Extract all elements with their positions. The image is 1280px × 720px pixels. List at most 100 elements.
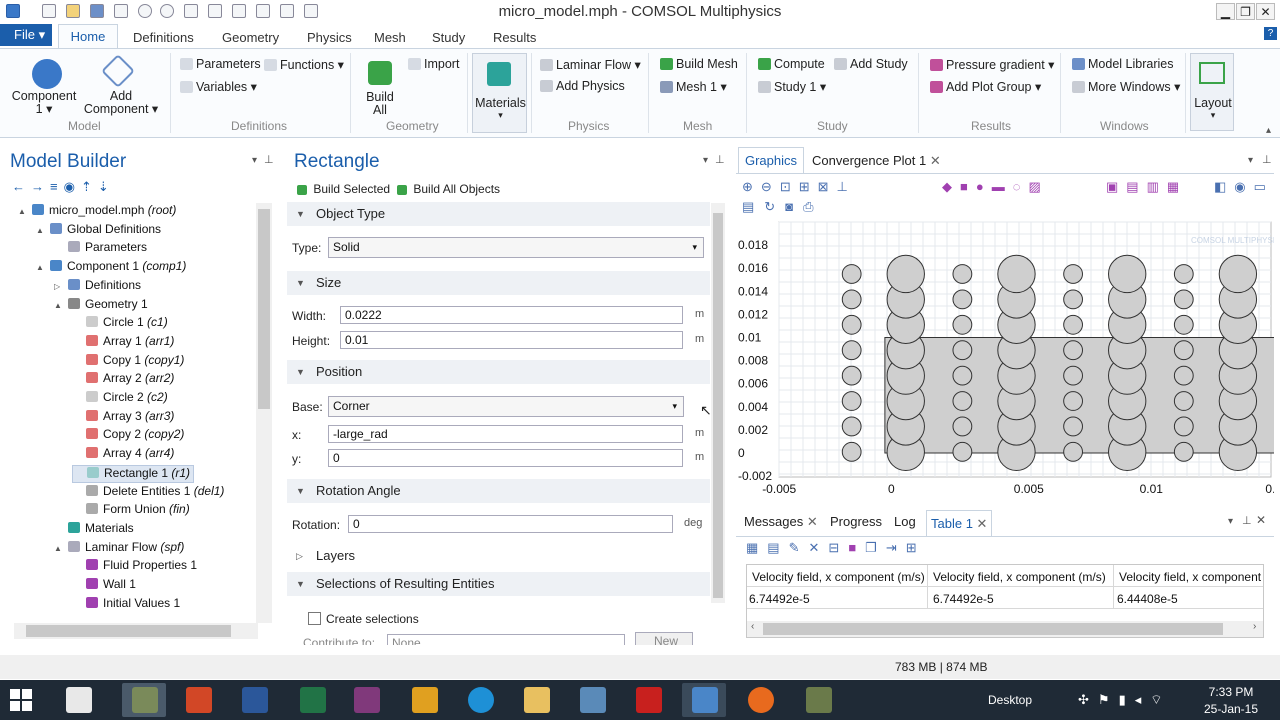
create-selections-checkbox[interactable]: [308, 612, 321, 625]
taskbar-powerpoint[interactable]: [176, 683, 220, 717]
select-objects-icon[interactable]: ◆: [942, 179, 960, 194]
build-mesh-button[interactable]: Build Mesh: [660, 57, 738, 71]
table-grid-icon[interactable]: ⊞: [906, 540, 926, 555]
tree-item[interactable]: Parameters: [54, 240, 147, 258]
small-circle[interactable]: [1173, 264, 1194, 284]
tab-messages[interactable]: Messages ✕: [744, 514, 818, 530]
show-icon[interactable]: ◉: [64, 179, 81, 194]
study1-button[interactable]: Study 1 ▾: [758, 79, 826, 94]
zoom-out-icon[interactable]: ⊖: [761, 179, 780, 194]
expand-icon[interactable]: ▲: [54, 301, 68, 310]
graphics-toolbar-1[interactable]: ⊕⊖⊡⊞⊠⊥: [742, 179, 856, 195]
pin-icon[interactable]: ⊥: [264, 153, 274, 166]
sort-up-icon[interactable]: ⇡: [81, 179, 98, 194]
flag-icon[interactable]: ⚑: [1098, 692, 1119, 707]
settings-scrollbar[interactable]: [711, 203, 725, 603]
tree-item[interactable]: Array 4 (arr4): [72, 446, 174, 464]
small-circle[interactable]: [952, 416, 973, 437]
zoom-selected-icon[interactable]: ⊞: [799, 179, 818, 194]
y-input[interactable]: 0: [328, 449, 683, 467]
chevron-right-icon[interactable]: ›: [1253, 621, 1256, 632]
axis-icon[interactable]: ⊥: [837, 179, 856, 194]
small-circle[interactable]: [952, 365, 973, 386]
small-circle[interactable]: [841, 441, 862, 462]
taskbar-outlook[interactable]: [402, 683, 446, 717]
chevron-down-icon[interactable]: ▾: [703, 155, 708, 166]
section-selections[interactable]: ▼ Selections of Resulting Entities: [287, 572, 710, 596]
tree-item[interactable]: ▲ Component 1 (comp1): [36, 259, 186, 277]
taskbar-remote[interactable]: [570, 683, 614, 717]
volume-icon[interactable]: ◂: [1135, 692, 1151, 707]
taskbar-comsol-model[interactable]: [682, 683, 726, 717]
small-circle[interactable]: [1173, 314, 1194, 335]
tree-item[interactable]: Circle 2 (c2): [72, 390, 168, 408]
variables-button[interactable]: Variables ▾: [180, 79, 257, 94]
graphics-toolbar-2[interactable]: ◆■●▬◌▨: [942, 179, 1049, 195]
chevron-down-icon[interactable]: ▾: [252, 155, 257, 166]
taskbar-keyboard[interactable]: [56, 683, 100, 717]
layout-button[interactable]: Layout ▾: [1190, 53, 1234, 131]
mesh1-button[interactable]: Mesh 1 ▾: [660, 79, 727, 94]
tab-convergence-plot[interactable]: Convergence Plot 1 ✕: [812, 153, 941, 169]
component-button[interactable]: Component 1 ▾: [8, 90, 80, 116]
chevron-down-icon[interactable]: ▾: [1248, 155, 1253, 166]
small-circle[interactable]: [1063, 441, 1083, 462]
section-rotation-angle[interactable]: ▼ Rotation Angle: [287, 479, 710, 503]
taskbar-ie[interactable]: [458, 683, 502, 717]
back-icon[interactable]: ←: [12, 179, 31, 194]
pressure-gradient-button[interactable]: Pressure gradient ▾: [930, 57, 1054, 72]
table-copy-icon[interactable]: ❐: [865, 540, 886, 555]
import-button[interactable]: Import: [408, 57, 459, 71]
tree-item[interactable]: ▲ Laminar Flow (spf): [54, 540, 184, 558]
tree-item[interactable]: Materials: [54, 521, 134, 539]
tree-item[interactable]: Circle 1 (c1): [72, 315, 168, 333]
width-input[interactable]: 0.0222: [340, 306, 683, 324]
add-plot-group-button[interactable]: Add Plot Group ▾: [930, 79, 1041, 94]
minimize-icon[interactable]: ▁: [1216, 3, 1235, 20]
tab-table[interactable]: Table 1 ✕: [926, 510, 992, 536]
tree-item[interactable]: Array 2 (arr2): [72, 371, 174, 389]
expand-icon[interactable]: ▲: [54, 544, 68, 553]
add-physics-button[interactable]: Add Physics: [540, 79, 625, 93]
section-object-type[interactable]: ▼ Object Type: [287, 202, 710, 226]
x-input[interactable]: -large_rad: [328, 425, 683, 443]
new-button[interactable]: New: [635, 632, 693, 645]
tree-item[interactable]: Rectangle 1 (r1): [72, 464, 195, 483]
tab-physics[interactable]: Physics: [307, 30, 352, 45]
tab-results[interactable]: Results: [493, 30, 536, 45]
table-auto-precision-icon[interactable]: ▤: [767, 540, 788, 555]
small-circle[interactable]: [1063, 264, 1083, 284]
tree-item[interactable]: Wall 1: [72, 577, 136, 595]
zoom-in-icon[interactable]: ⊕: [742, 179, 761, 194]
table-h-scrollbar[interactable]: ‹ ›: [747, 621, 1263, 637]
scrollbar-thumb[interactable]: [763, 623, 1223, 635]
tab-geometry[interactable]: Geometry: [222, 30, 279, 45]
tree-scrollbar[interactable]: [256, 203, 272, 623]
tree-item[interactable]: ▲ micro_model.mph (root): [18, 203, 176, 221]
invert-selection-icon[interactable]: ▦: [1167, 179, 1187, 194]
small-circle[interactable]: [1063, 391, 1083, 411]
small-circle[interactable]: [1063, 314, 1083, 335]
build-all-button[interactable]: Build All: [355, 91, 405, 117]
close-icon[interactable]: ✕: [1256, 513, 1266, 527]
table-edit-icon[interactable]: ✎: [789, 540, 809, 555]
height-input[interactable]: 0.01: [340, 331, 683, 349]
pin-icon[interactable]: ⊥: [1242, 514, 1252, 527]
scrollbar-thumb[interactable]: [26, 625, 231, 637]
wireframe-icon[interactable]: ◉: [1234, 179, 1253, 194]
geometry-plot[interactable]: COMSOL MULTIPHYSICS 0.018 0.016 0.014 0.012 0…: [736, 219, 1274, 497]
small-circle[interactable]: [841, 289, 862, 310]
select-boundaries-icon[interactable]: ●: [976, 179, 992, 194]
large-circle[interactable]: [1108, 254, 1147, 294]
scrollbar-thumb[interactable]: [713, 213, 723, 598]
section-layers[interactable]: ▷ Layers: [287, 544, 710, 568]
pin-icon[interactable]: ⊥: [715, 153, 725, 166]
clock[interactable]: 7:33 PM 25-Jan-15: [1196, 685, 1266, 716]
tab-graphics[interactable]: Graphics: [738, 147, 804, 173]
tree-item[interactable]: ▲ Global Definitions: [36, 222, 161, 240]
chevron-down-icon[interactable]: ▾: [1228, 516, 1233, 527]
tab-file[interactable]: File ▾: [0, 24, 52, 46]
render-icon[interactable]: ▭: [1254, 179, 1274, 194]
small-circle[interactable]: [952, 391, 973, 411]
small-circle[interactable]: [952, 340, 973, 361]
